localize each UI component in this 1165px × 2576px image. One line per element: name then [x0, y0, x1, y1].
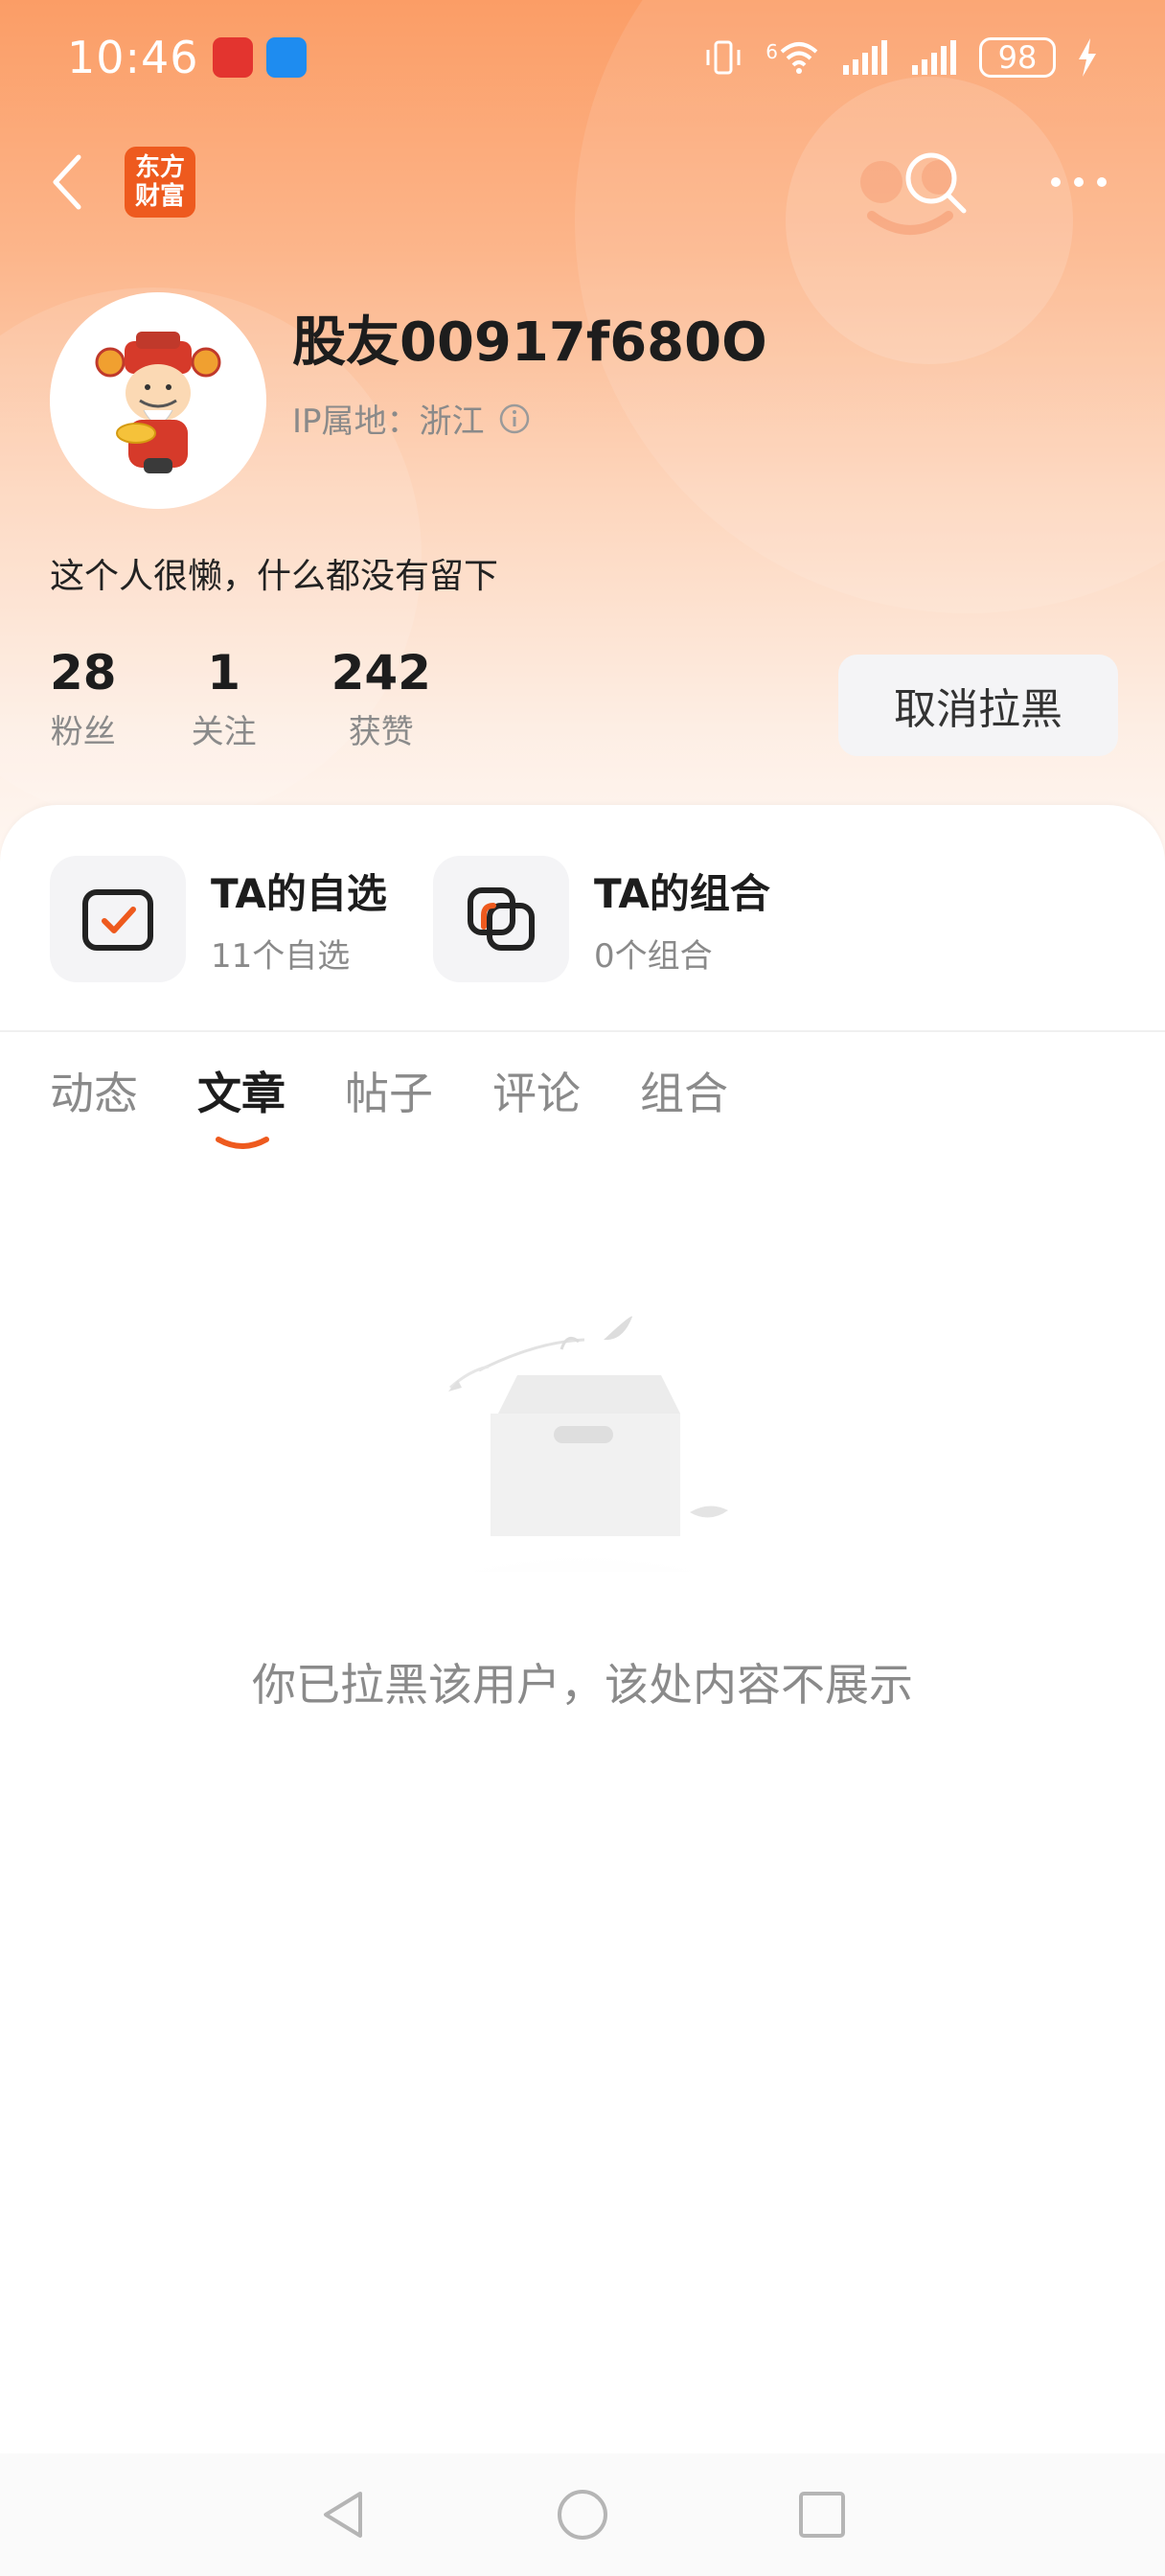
stat-value: 28 [50, 645, 117, 701]
watchlist-shortcut[interactable]: TA的自选 11个自选 [50, 856, 395, 982]
network-type: 6 [765, 40, 778, 63]
tab-comments[interactable]: 评论 [492, 1059, 581, 1155]
system-recents-button[interactable] [702, 2453, 942, 2576]
app-logo[interactable]: 东方 财富 [125, 147, 195, 218]
stat-likes[interactable]: 242 获赞 [331, 644, 431, 752]
empty-state-message: 你已拉黑该用户，该处内容不展示 [252, 1659, 913, 1711]
status-indicators: 6 98 [702, 37, 1098, 78]
content-tabs: 动态 文章 帖子 评论 组合 [50, 1059, 788, 1155]
circle-home-icon [558, 2490, 607, 2540]
tab-label: 文章 [197, 1068, 286, 1119]
tab-label: 评论 [492, 1068, 581, 1119]
vibrate-icon [706, 40, 741, 75]
stat-label: 粉丝 [50, 713, 116, 751]
feature-icon-box [433, 856, 569, 982]
active-tab-indicator [216, 1137, 269, 1149]
feature-text: TA的自选 11个自选 [211, 862, 387, 977]
checkbox-check-icon [82, 889, 153, 951]
profile-stats: 28 粉丝 1 关注 242 获赞 [50, 644, 506, 752]
message-app-notification-icon [265, 37, 307, 78]
info-icon[interactable] [498, 402, 531, 435]
chevron-left-icon [53, 154, 81, 210]
feature-title: TA的组合 [594, 870, 770, 917]
system-home-button[interactable] [463, 2453, 702, 2576]
tab-portfolios[interactable]: 组合 [640, 1059, 728, 1155]
ip-location-text: IP属地：浙江 [292, 402, 485, 441]
nav-actions [897, 144, 1117, 220]
feature-shortcuts: TA的自选 11个自选 TA的组合 0个组合 [50, 856, 778, 982]
logo-text: 东方 [134, 153, 185, 182]
stat-value: 1 [207, 645, 240, 701]
battery-indicator: 98 [979, 37, 1056, 78]
logo-text: 财富 [134, 182, 185, 211]
tab-label: 动态 [50, 1068, 138, 1119]
content-card [0, 805, 1165, 2453]
overlapping-squares-icon [468, 887, 535, 951]
back-button[interactable] [48, 144, 105, 220]
tab-label: 组合 [640, 1068, 728, 1119]
empty-box-icon [345, 1316, 824, 1572]
tab-dynamics[interactable]: 动态 [50, 1059, 138, 1155]
tab-articles[interactable]: 文章 [197, 1059, 286, 1155]
username: 股友00917f680O [292, 311, 767, 374]
square-recents-icon [799, 2492, 845, 2538]
system-back-button[interactable] [223, 2453, 463, 2576]
feature-icon-box [50, 856, 186, 982]
status-time: 10:46 [67, 32, 199, 83]
portfolio-shortcut[interactable]: TA的组合 0个组合 [433, 856, 778, 982]
tab-posts[interactable]: 帖子 [345, 1059, 433, 1155]
feature-subtitle: 0个组合 [594, 937, 713, 976]
system-navigation-bar [0, 2453, 1165, 2576]
wifi-icon [780, 42, 818, 74]
feature-title: TA的自选 [211, 870, 387, 917]
stat-label: 关注 [191, 713, 257, 751]
feature-text: TA的组合 0个组合 [594, 862, 770, 977]
more-dots-icon [1051, 177, 1107, 187]
tab-label: 帖子 [345, 1068, 433, 1119]
stat-fans[interactable]: 28 粉丝 [50, 644, 117, 752]
search-button[interactable] [897, 144, 973, 220]
stat-following[interactable]: 1 关注 [192, 644, 257, 752]
triangle-back-icon [324, 2492, 362, 2538]
avatar[interactable] [50, 292, 266, 509]
stock-app-notification-icon [212, 37, 253, 78]
fortune-god-avatar-icon [95, 332, 221, 473]
charging-icon [1079, 38, 1096, 77]
user-bio: 这个人很懒，什么都没有留下 [50, 557, 499, 596]
signal-icon [912, 40, 956, 75]
feature-subtitle: 11个自选 [211, 937, 351, 976]
stat-label: 获赞 [348, 713, 414, 751]
wifi-indicator: 6 [765, 40, 820, 75]
status-bar: 10:46 6 98 [0, 0, 1165, 115]
divider [0, 1030, 1165, 1032]
ip-location: IP属地：浙江 [292, 395, 531, 442]
top-navigation: 东方 财富 [0, 134, 1165, 230]
more-button[interactable] [1040, 144, 1117, 220]
signal-icon [843, 40, 887, 75]
stat-value: 242 [331, 645, 431, 701]
unblock-button[interactable]: 取消拉黑 [838, 655, 1118, 756]
search-icon [905, 152, 967, 214]
